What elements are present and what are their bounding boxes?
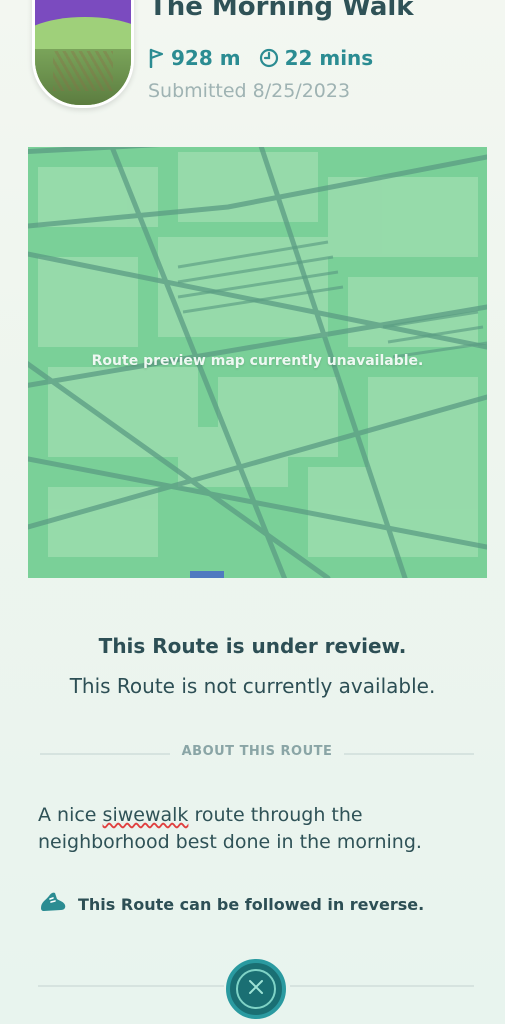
distance-stat: 928 m bbox=[149, 46, 241, 70]
close-button[interactable] bbox=[226, 959, 286, 1019]
bottom-divider-left bbox=[38, 985, 224, 987]
close-icon bbox=[248, 979, 264, 999]
route-description: A nice siwewalk route through the neighb… bbox=[38, 802, 468, 856]
reverse-info: This Route can be followed in reverse. bbox=[38, 890, 424, 918]
route-stats: 928 m 22 mins bbox=[149, 46, 385, 70]
bottom-divider-right bbox=[290, 985, 474, 987]
divider-line-right bbox=[344, 753, 474, 755]
flag-icon bbox=[149, 48, 165, 68]
close-button-ring bbox=[236, 969, 276, 1009]
route-status-title: This Route is under review. bbox=[98, 634, 407, 658]
map-unavailable-message: Route preview map currently unavailable. bbox=[91, 353, 424, 369]
route-preview-map: Route preview map currently unavailable. bbox=[28, 147, 487, 578]
route-badge-image bbox=[32, 0, 134, 108]
description-prefix: A nice bbox=[38, 804, 103, 826]
route-title: The Morning Walk bbox=[149, 0, 414, 22]
submitted-date: Submitted 8/25/2023 bbox=[148, 80, 351, 102]
route-header: The Morning Walk 928 m 22 mins Submitted… bbox=[0, 0, 505, 120]
about-section-divider: ABOUT THIS ROUTE bbox=[40, 744, 474, 764]
clock-icon bbox=[259, 48, 279, 68]
shoe-icon bbox=[38, 890, 68, 918]
reverse-text: This Route can be followed in reverse. bbox=[78, 894, 425, 914]
duration-stat: 22 mins bbox=[259, 46, 374, 70]
distance-value: 928 m bbox=[171, 46, 241, 70]
route-status-subtitle: This Route is not currently available. bbox=[69, 674, 436, 698]
duration-value: 22 mins bbox=[284, 46, 374, 70]
about-section-label: ABOUT THIS ROUTE bbox=[181, 744, 333, 759]
misspelled-word: siwewalk bbox=[102, 804, 189, 826]
